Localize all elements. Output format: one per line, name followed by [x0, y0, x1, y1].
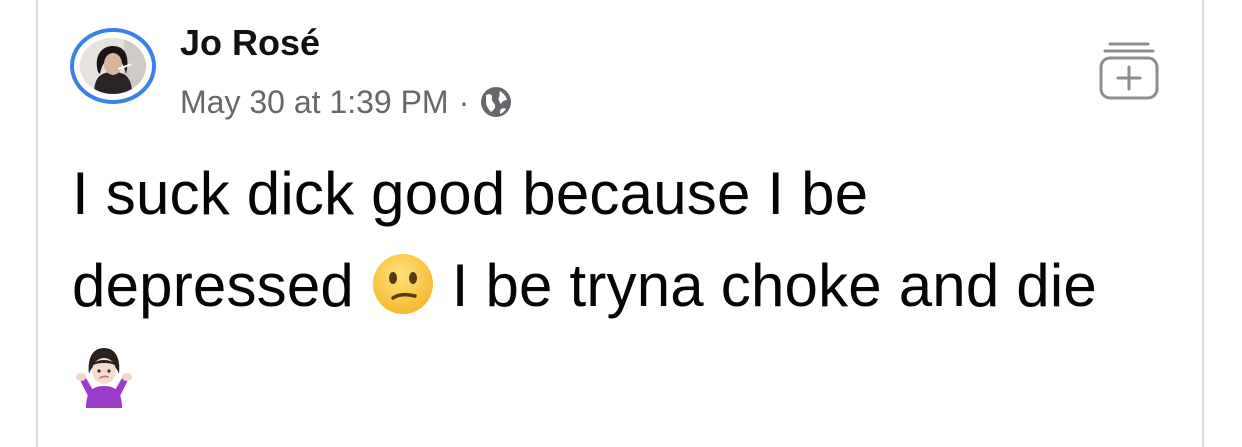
post-timestamp[interactable]: May 30 at 1:39 PM	[180, 84, 449, 121]
avatar[interactable]	[80, 38, 146, 94]
add-to-collection-button[interactable]	[1098, 38, 1160, 102]
post-meta: May 30 at 1:39 PM ·	[180, 82, 513, 122]
woman-shrugging-emoji	[76, 348, 132, 408]
post-text-part-2: I be tryna choke and die	[434, 252, 1097, 319]
confused-face-emoji	[372, 254, 433, 314]
author-name[interactable]: Jo Rosé	[180, 22, 320, 64]
avatar-story-ring[interactable]	[70, 28, 156, 104]
avatar-photo	[80, 38, 146, 94]
add-to-collection-icon	[1099, 42, 1159, 100]
meta-separator: ·	[458, 83, 470, 120]
post-body-text: I suck dick good because I be depressed …	[72, 148, 1152, 424]
globe-icon[interactable]	[479, 85, 513, 119]
